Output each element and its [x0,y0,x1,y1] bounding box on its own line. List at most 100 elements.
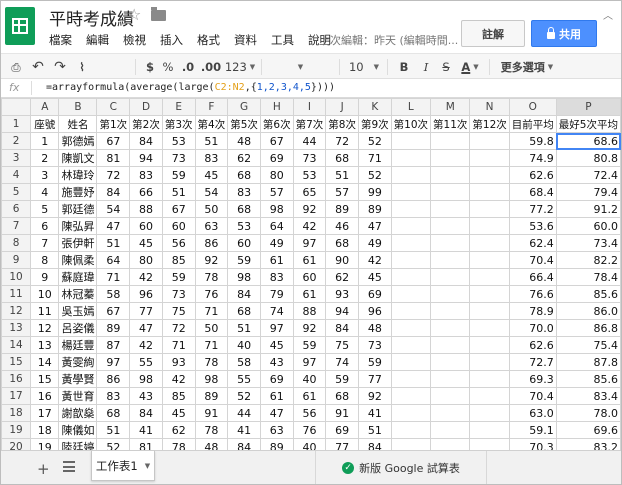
cell[interactable]: 第11次 [430,115,471,133]
cell[interactable]: 84 [227,438,261,450]
cell[interactable]: 69.6 [555,421,621,439]
cell[interactable]: 49 [259,234,294,252]
cell[interactable]: 68 [325,234,359,252]
column-header[interactable]: P [555,98,621,116]
cell[interactable]: 63.0 [508,404,557,422]
cell[interactable]: 78 [194,268,229,286]
cell[interactable] [430,336,471,354]
cell[interactable]: 郭廷德 [58,200,98,218]
row-header[interactable]: 5 [1,183,32,201]
cell[interactable]: 64 [96,251,131,269]
cell[interactable]: 77 [129,302,163,320]
cell[interactable] [390,251,432,269]
cell[interactable] [469,132,510,150]
cell[interactable]: 16 [30,387,60,405]
select-all-corner[interactable] [1,98,32,116]
cell[interactable]: 第10次 [390,115,432,133]
cell[interactable]: 62.4 [508,234,557,252]
cell[interactable]: 45 [357,268,392,286]
cell[interactable]: 98 [194,370,229,388]
cell[interactable]: 88 [129,200,163,218]
cell[interactable]: 68 [325,387,359,405]
cell[interactable]: 76.6 [508,285,557,303]
cell[interactable] [390,149,432,167]
cell[interactable]: 郭德嫣 [58,132,98,150]
spreadsheet-grid[interactable]: ABCDEFGHIJKLMNOP 1 座號 姓名 第1次 第2次 第3次 第4次 第5次 第6次… [1,98,621,450]
cell[interactable]: 68 [96,404,131,422]
cell[interactable] [469,387,510,405]
increase-decimal-button[interactable]: .00 [199,58,223,76]
cell[interactable]: 40 [292,438,327,450]
cell[interactable]: 86.0 [555,302,621,320]
cell[interactable] [469,149,510,167]
cell[interactable]: 座號 [30,115,60,133]
cell[interactable]: 72 [325,132,359,150]
cell[interactable] [469,370,510,388]
cell[interactable] [390,166,432,184]
cell[interactable]: 78 [161,438,196,450]
cell[interactable] [390,404,432,422]
row-header[interactable]: 11 [1,285,32,303]
cell[interactable]: 50 [194,319,229,337]
cell[interactable] [469,353,510,371]
redo-icon[interactable]: ↷ [51,58,69,76]
column-header[interactable]: J [325,98,359,116]
cell[interactable]: 14 [30,353,60,371]
cell[interactable]: 85.6 [555,285,621,303]
cell[interactable] [430,183,471,201]
strikethrough-button[interactable]: S [439,58,453,76]
italic-button[interactable]: I [419,58,433,76]
cell[interactable]: 58 [96,285,131,303]
cell[interactable]: 68.4 [508,183,557,201]
cell[interactable]: 張伊軒 [58,234,98,252]
cell[interactable]: 60.0 [555,217,621,235]
cell[interactable]: 8 [30,251,60,269]
cell[interactable]: 71 [96,268,131,286]
cell[interactable]: 70.4 [508,387,557,405]
cell[interactable]: 51 [96,421,131,439]
cell[interactable]: 70.4 [508,251,557,269]
cell[interactable]: 林瑋玲 [58,166,98,184]
cell[interactable]: 83 [227,183,261,201]
cell[interactable]: 75 [161,302,196,320]
cell[interactable]: 47 [129,319,163,337]
cell[interactable]: 86 [194,234,229,252]
row-header[interactable]: 13 [1,319,32,337]
star-icon[interactable]: ☆ [127,5,141,24]
cell[interactable]: 57 [325,183,359,201]
cell[interactable]: 78.0 [555,404,621,422]
cell[interactable] [469,183,510,201]
cell[interactable]: 45 [161,404,196,422]
cell[interactable]: 謝歆燊 [58,404,98,422]
column-header[interactable]: G [227,98,261,116]
cell[interactable]: 56 [161,234,196,252]
cell[interactable]: 87.8 [555,353,621,371]
cell[interactable]: 88 [292,302,327,320]
cell[interactable]: 黃世育 [58,387,98,405]
cell[interactable]: 11 [30,302,60,320]
cell[interactable]: 83 [259,268,294,286]
row-header[interactable]: 4 [1,166,32,184]
cell[interactable] [390,387,432,405]
cell[interactable]: 1 [30,132,60,150]
cell[interactable]: 59 [227,251,261,269]
cell[interactable]: 66.4 [508,268,557,286]
sheets-logo-icon[interactable] [5,7,35,45]
cell[interactable]: 61 [292,285,327,303]
cell[interactable]: 42 [357,251,392,269]
cell[interactable]: 40 [292,370,327,388]
column-header[interactable]: F [194,98,229,116]
cell[interactable] [430,166,471,184]
cell[interactable]: 89 [194,387,229,405]
cell[interactable]: 99 [357,183,392,201]
cell[interactable]: 85 [161,387,196,405]
cell[interactable] [430,234,471,252]
cell[interactable]: 46 [325,217,359,235]
cell[interactable]: 84 [129,132,163,150]
cell[interactable]: 51 [194,132,229,150]
row-header[interactable]: 10 [1,268,32,286]
cell[interactable]: 44 [227,404,261,422]
menu-item[interactable]: 格式 [197,32,220,48]
text-color-button[interactable]: A ▼ [457,58,483,76]
cell[interactable]: 61 [292,387,327,405]
